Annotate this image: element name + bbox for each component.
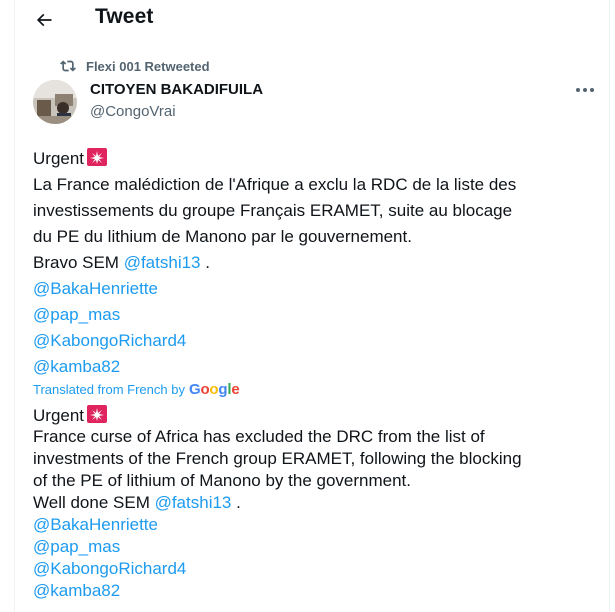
author-handle[interactable]: @CongoVrai [90, 103, 176, 120]
tweet-line: du PE du lithium de Manono par le gouver… [33, 227, 412, 246]
urgent-label: Urgent [33, 406, 85, 425]
top-bar: Tweet [0, 0, 615, 40]
welldone-text: Well done SEM [33, 493, 155, 512]
rotating-light-emoji [86, 147, 108, 175]
retweet-icon [60, 60, 76, 72]
translated-by-google[interactable]: Translated from French by Google [33, 380, 240, 398]
translation-line: investments of the French group ERAMET, … [33, 449, 522, 468]
bravo-suffix: . [200, 253, 210, 272]
mention-link[interactable]: @fatshi13 [124, 253, 201, 272]
avatar[interactable] [33, 80, 77, 124]
mention-link[interactable]: @pap_mas [33, 305, 120, 324]
more-horizontal-icon [576, 88, 594, 92]
retweeted-by-label: Flexi 001 Retweeted [86, 58, 210, 74]
mention-link[interactable]: @BakaHenriette [33, 515, 158, 534]
tweet-line: La France malédiction de l'Afrique a exc… [33, 175, 517, 194]
mention-link[interactable]: @KabongoRichard4 [33, 559, 186, 578]
mention-link[interactable]: @pap_mas [33, 537, 120, 556]
mention-link[interactable]: @KabongoRichard4 [33, 331, 186, 350]
more-options-button[interactable] [570, 80, 600, 100]
translation-line: of the PE of lithium of Manono by the go… [33, 471, 411, 490]
mention-link[interactable]: @kamba82 [33, 357, 120, 376]
mention-link[interactable]: @kamba82 [33, 581, 120, 600]
back-button[interactable] [30, 6, 58, 34]
translated-label: Translated from French by [33, 381, 185, 397]
urgent-label: Urgent [33, 149, 85, 168]
mention-link[interactable]: @BakaHenriette [33, 279, 158, 298]
bravo-text: Bravo SEM [33, 253, 124, 272]
translated-text: Urgent France curse of Africa has exclud… [33, 404, 593, 602]
arrow-left-icon [36, 13, 52, 27]
google-logo: Google [188, 380, 240, 398]
tweet-text: Urgent La France malédiction de l'Afriqu… [33, 146, 593, 380]
mention-link[interactable]: @fatshi13 [155, 493, 232, 512]
retweeted-by[interactable]: Flexi 001 Retweeted [60, 57, 210, 75]
translation-line: France curse of Africa has excluded the … [33, 427, 485, 446]
tweet-line: investissements du groupe Français ERAME… [33, 201, 513, 220]
author-display-name[interactable]: CITOYEN BAKADIFUILA [90, 81, 263, 98]
welldone-suffix: . [231, 493, 241, 512]
page-title: Tweet [95, 5, 154, 28]
